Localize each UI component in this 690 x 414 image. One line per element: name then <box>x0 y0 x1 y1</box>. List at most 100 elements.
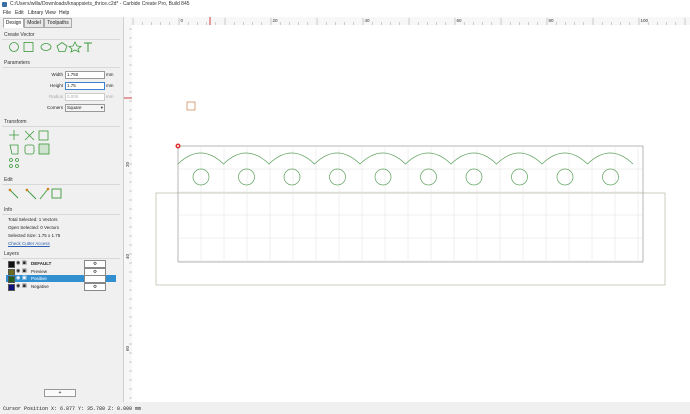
align-icon[interactable] <box>24 130 35 141</box>
circle-tool-icon[interactable] <box>9 42 19 52</box>
app-icon <box>2 2 7 7</box>
circle-vector <box>465 168 483 186</box>
divider <box>2 184 120 185</box>
boolean-icon[interactable] <box>51 188 62 199</box>
divider <box>2 126 120 127</box>
title-bar: C:/Users/willa/Downloads/knappsiets_thri… <box>0 0 690 9</box>
layer-name: Preview <box>31 268 48 274</box>
chevron-down-icon: ▾ <box>100 105 103 110</box>
menu-help[interactable]: Help <box>59 10 69 16</box>
rectangle-tool-icon[interactable] <box>23 42 34 52</box>
tab-toolpaths[interactable]: Toolpaths <box>44 18 72 28</box>
array-icon[interactable] <box>9 158 13 162</box>
rotate-icon[interactable] <box>9 144 19 155</box>
menu-edit[interactable]: Edit <box>15 10 24 16</box>
transform-heading: Transform <box>4 119 27 125</box>
status-bar: Cursor Position X: 6.877 Y: 35.780 Z: 0.… <box>0 404 690 414</box>
edit-tools <box>8 187 62 200</box>
corners-select[interactable]: Square ▾ <box>65 104 105 112</box>
origin-marker-center <box>177 145 179 147</box>
divider <box>2 39 120 40</box>
divider <box>2 214 120 215</box>
text-tool-icon[interactable] <box>84 42 92 52</box>
ellipse-tool-icon[interactable] <box>40 43 52 51</box>
ruler-label: 40 <box>125 253 130 259</box>
job-boundary <box>177 145 644 263</box>
selected-size: Selected Size: 1.75 x 1.75 <box>8 233 61 238</box>
canvas-svg[interactable]: 0 20 40 60 80 100204060 <box>124 17 690 402</box>
radius-label: Radius <box>48 94 63 99</box>
lock-icon[interactable]: ▣ <box>22 268 27 274</box>
height-unit: mm <box>106 83 114 88</box>
mirror-icon[interactable] <box>24 144 35 155</box>
width-unit: mm <box>106 72 114 77</box>
ruler-label: 60 <box>457 18 463 23</box>
tab-model[interactable]: Model <box>24 18 44 28</box>
design-canvas[interactable]: 0 20 40 60 80 100 20 40 60 <box>124 17 690 402</box>
eye-icon[interactable]: ◉ <box>16 260 20 266</box>
lock-icon[interactable]: ▣ <box>22 260 27 266</box>
check-cutter-access-link[interactable]: Check Cutter Access <box>8 241 50 246</box>
parameters-heading: Parameters <box>4 60 30 66</box>
width-input[interactable]: 1.750 <box>65 71 105 79</box>
create-vector-heading: Create Vector <box>4 32 35 38</box>
ruler-label: 100 <box>641 18 649 23</box>
circle-vector <box>602 168 619 186</box>
center-icon[interactable] <box>38 130 49 141</box>
open-selected: Open Selected: 0 Vectors <box>8 225 60 230</box>
vertical-ruler <box>124 17 132 402</box>
eye-icon[interactable]: ◉ <box>16 283 20 289</box>
circle-vector <box>511 168 528 186</box>
circle-vector <box>283 168 301 186</box>
ruler-label: 20 <box>273 18 279 23</box>
layer-name: Negative <box>31 283 49 289</box>
lock-icon[interactable]: ▣ <box>22 275 27 281</box>
ruler-label: 40 <box>365 18 371 23</box>
ruler-label: 80 <box>549 18 555 23</box>
menu-file[interactable]: File <box>3 10 11 16</box>
add-layer-button[interactable]: + <box>44 389 76 397</box>
horizontal-ruler <box>124 17 690 25</box>
width-label: Width <box>51 72 63 77</box>
ruler-label: 60 <box>125 345 130 351</box>
menu-view[interactable]: View <box>45 10 56 16</box>
polygon-tool-icon[interactable] <box>56 42 68 52</box>
radius-input: 0.000 <box>65 93 105 101</box>
move-icon[interactable] <box>9 130 19 140</box>
star-tool-icon[interactable] <box>68 41 82 53</box>
join-icon[interactable] <box>39 188 49 200</box>
stock-outline <box>155 192 666 286</box>
corners-value: Square <box>67 105 82 110</box>
layer-row[interactable]: ◉ ▣ Negative ⚙ <box>6 282 116 291</box>
cursor-position: Cursor Position X: 6.877 Y: 35.780 Z: 0.… <box>3 406 142 412</box>
layer-row[interactable]: ◉ ▣ DEFAULT ⚙ <box>6 260 116 268</box>
eye-icon[interactable]: ◉ <box>16 268 20 274</box>
tab-design[interactable]: Design <box>3 18 24 28</box>
lock-icon[interactable]: ▣ <box>22 283 27 289</box>
divider <box>2 258 120 259</box>
circle-vector <box>329 168 346 186</box>
layer-name: Positive <box>31 276 47 281</box>
layer-row[interactable]: ◉ ▣ Preview ⚙ <box>6 267 116 276</box>
create-vector-tools <box>9 41 92 53</box>
layer-name: DEFAULT <box>31 261 52 266</box>
menu-bar: File Edit Library View Help <box>0 9 690 17</box>
menu-library[interactable]: Library <box>28 10 43 16</box>
radius-unit: mm <box>106 94 114 99</box>
offset-icon[interactable] <box>38 143 50 155</box>
ruler-label: 20 <box>125 161 130 167</box>
height-label: Height <box>49 83 63 88</box>
edit-heading: Edit <box>4 177 13 183</box>
gear-icon[interactable]: ⚙ <box>84 282 106 291</box>
circle-vector <box>374 168 392 186</box>
eye-icon[interactable]: ◉ <box>16 275 20 281</box>
layer-row[interactable]: ◉ ▣ Positive ⚙ <box>6 275 116 283</box>
layer-color-swatch[interactable] <box>8 283 15 291</box>
circle-vector <box>238 168 255 186</box>
layers-heading: Layers <box>4 251 20 257</box>
window-title: C:/Users/willa/Downloads/knappsiets_thri… <box>10 1 190 7</box>
height-input[interactable]: 1.75 <box>65 82 105 90</box>
corners-label: Corners <box>46 105 63 110</box>
selected-square-vector <box>186 101 196 111</box>
transform-tools <box>9 130 50 168</box>
